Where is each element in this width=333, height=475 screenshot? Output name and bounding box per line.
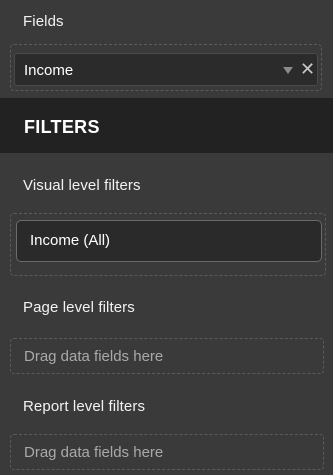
report-level-filters-label: Report level filters <box>23 398 146 415</box>
filters-header: FILTERS <box>0 98 333 153</box>
fields-section-label: Fields <box>23 13 64 30</box>
filter-chip-label: Income (All) <box>30 232 111 249</box>
page-level-drop-placeholder: Drag data fields here <box>24 348 164 365</box>
filters-title: FILTERS <box>24 117 100 137</box>
page-level-drop-zone[interactable]: Drag data fields here <box>10 338 324 374</box>
visual-level-filters-label: Visual level filters <box>23 177 141 194</box>
report-level-drop-zone[interactable]: Drag data fields here <box>10 434 324 470</box>
close-icon[interactable]: ✕ <box>300 60 315 78</box>
filter-chip-income[interactable]: Income (All) <box>16 220 322 262</box>
field-chip-label: Income <box>24 62 74 79</box>
page-level-filters-label: Page level filters <box>23 299 135 316</box>
filters-pane: Fields Income ✕ FILTERS Visual level fil… <box>0 0 333 475</box>
field-chip-income[interactable]: Income ✕ <box>14 53 318 86</box>
chevron-down-icon[interactable] <box>283 67 293 75</box>
report-level-drop-placeholder: Drag data fields here <box>24 444 164 461</box>
